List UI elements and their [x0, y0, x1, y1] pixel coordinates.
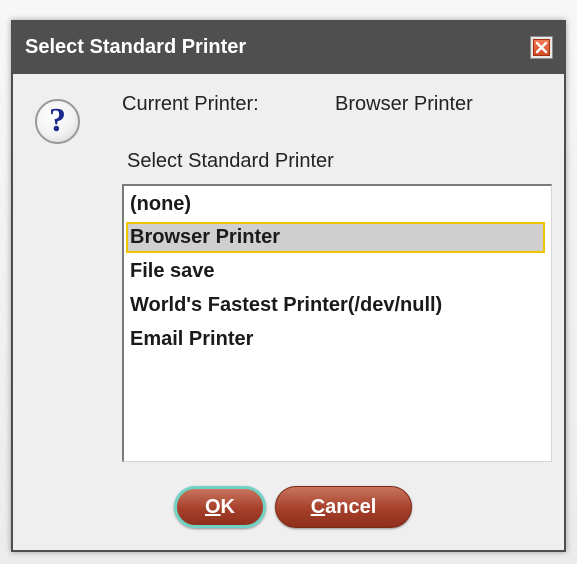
question-glyph: ?	[49, 102, 66, 139]
list-item-file-save[interactable]: File save	[126, 256, 545, 287]
dialog-title: Select Standard Printer	[25, 36, 247, 58]
question-icon: ?	[35, 99, 80, 144]
cancel-button[interactable]: Cancel	[275, 486, 412, 528]
list-item-browser-printer[interactable]: Browser Printer	[126, 222, 545, 253]
close-button[interactable]	[530, 36, 553, 59]
cancel-mnemonic: C	[310, 496, 326, 518]
cancel-label-rest: ancel	[325, 496, 377, 518]
current-printer-value: Browser Printer	[335, 93, 473, 115]
close-icon	[535, 41, 548, 54]
select-printer-dialog: Select Standard Printer ? Current Printe…	[11, 20, 566, 552]
ok-label-rest: K	[220, 496, 235, 518]
printer-listbox[interactable]: (none) Browser Printer File save World's…	[122, 184, 552, 462]
list-item-none[interactable]: (none)	[126, 189, 545, 220]
current-printer-label: Current Printer:	[122, 93, 259, 115]
list-item-email-printer[interactable]: Email Printer	[126, 324, 545, 355]
dialog-titlebar[interactable]: Select Standard Printer	[13, 22, 564, 74]
list-item-worlds-fastest-printer[interactable]: World's Fastest Printer(/dev/null)	[126, 290, 545, 321]
ok-button[interactable]: OK	[174, 486, 266, 528]
select-printer-label: Select Standard Printer	[127, 150, 334, 172]
ok-mnemonic: O	[204, 496, 221, 518]
